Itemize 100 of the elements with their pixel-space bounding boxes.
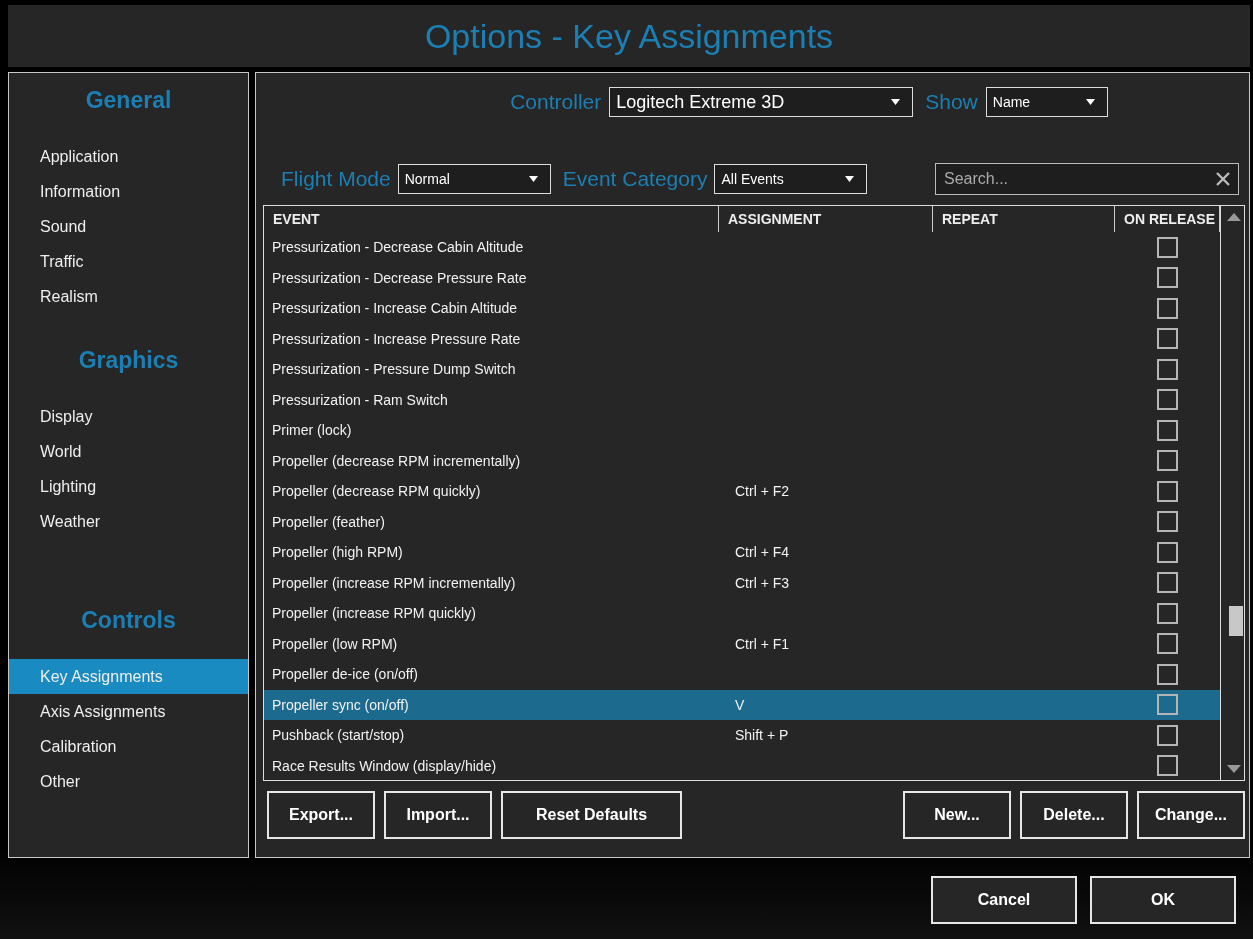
table-row[interactable]: Propeller (decrease RPM quickly) Ctrl + F2 <box>264 476 1220 507</box>
scrollbar[interactable] <box>1220 206 1244 780</box>
scroll-thumb[interactable] <box>1229 606 1243 636</box>
table-row[interactable]: Pressurization - Pressure Dump Switch <box>264 354 1220 385</box>
event-cell-text: Primer (lock) <box>271 422 353 439</box>
event-category-label: Event Category <box>562 167 708 191</box>
sidebar-item[interactable]: Realism <box>9 279 248 314</box>
sidebar-item[interactable]: World <box>9 434 248 469</box>
on-release-checkbox[interactable] <box>1157 419 1178 441</box>
on-release-checkbox[interactable] <box>1157 297 1178 319</box>
table-row[interactable]: Propeller (feather) <box>264 506 1220 537</box>
on-release-checkbox[interactable] <box>1157 389 1178 411</box>
list-button[interactable]: New... <box>903 791 1011 839</box>
search-field[interactable]: Search... <box>935 163 1239 195</box>
scroll-down-icon[interactable] <box>1227 765 1241 773</box>
assignment-cell-text: Ctrl + F3 <box>734 574 791 591</box>
table-row[interactable]: Propeller (increase RPM quickly) <box>264 598 1220 629</box>
column-header[interactable]: ON RELEASE <box>1115 206 1220 232</box>
event-cell-text: Propeller (decrease RPM quickly) <box>271 483 482 500</box>
section-heading: Controls <box>80 607 177 635</box>
assignment-cell-text: Ctrl + F2 <box>734 483 791 500</box>
table-row[interactable]: Propeller sync (on/off) V <box>264 689 1220 720</box>
table-row[interactable]: Pressurization - Increase Cabin Altitude <box>264 293 1220 324</box>
controller-dropdown[interactable]: Logitech Extreme 3D <box>609 87 914 117</box>
on-release-checkbox[interactable] <box>1157 633 1178 655</box>
flight-mode-dropdown[interactable]: Normal <box>397 164 551 194</box>
on-release-checkbox[interactable] <box>1157 572 1178 594</box>
on-release-checkbox[interactable] <box>1157 663 1178 685</box>
on-release-checkbox[interactable] <box>1157 694 1178 716</box>
scroll-up-icon[interactable] <box>1227 213 1241 221</box>
on-release-checkbox[interactable] <box>1157 450 1178 472</box>
sidebar-item[interactable]: Weather <box>9 504 248 539</box>
event-cell-text: Pressurization - Decrease Cabin Altitude <box>271 239 525 256</box>
sidebar-item[interactable]: Axis Assignments <box>9 694 248 729</box>
event-cell-text: Propeller (increase RPM quickly) <box>271 605 477 622</box>
list-button[interactable]: Export... <box>267 791 375 839</box>
table-row[interactable]: Pressurization - Decrease Cabin Altitude <box>264 232 1220 263</box>
column-header[interactable]: EVENT <box>264 206 719 232</box>
event-cell-text: Propeller (decrease RPM incrementally) <box>271 452 522 469</box>
dialog-button[interactable]: OK <box>1090 876 1236 924</box>
window-title: Options - Key Assignments <box>424 16 834 56</box>
event-cell-text: Pressurization - Ram Switch <box>271 391 449 408</box>
event-cell-text: Propeller (feather) <box>271 513 386 530</box>
dialog-button[interactable]: Cancel <box>931 876 1077 924</box>
on-release-checkbox[interactable] <box>1157 358 1178 380</box>
table-row[interactable]: Primer (lock) <box>264 415 1220 446</box>
sidebar-item[interactable]: Display <box>9 399 248 434</box>
event-category-dropdown[interactable]: All Events <box>714 164 868 194</box>
close-icon[interactable] <box>1216 172 1230 186</box>
caret-icon <box>528 176 538 182</box>
on-release-checkbox[interactable] <box>1157 328 1178 350</box>
assignment-cell-text: V <box>734 696 746 713</box>
event-cell-text: Pressurization - Decrease Pressure Rate <box>271 269 528 286</box>
list-button[interactable]: Import... <box>384 791 492 839</box>
column-header[interactable]: ASSIGNMENT <box>719 206 933 232</box>
on-release-checkbox[interactable] <box>1157 480 1178 502</box>
on-release-checkbox[interactable] <box>1157 267 1178 289</box>
table-row[interactable]: Propeller (increase RPM incrementally) Ctrl + F3 <box>264 567 1220 598</box>
assignment-cell-text: Ctrl + F4 <box>734 544 791 561</box>
on-release-checkbox[interactable] <box>1157 511 1178 533</box>
list-button[interactable]: Reset Defaults <box>501 791 682 839</box>
sidebar-item[interactable]: Traffic <box>9 244 248 279</box>
table-row[interactable]: Propeller de-ice (on/off) <box>264 659 1220 690</box>
table-row[interactable]: Pressurization - Increase Pressure Rate <box>264 323 1220 354</box>
sidebar-item[interactable]: Information <box>9 174 248 209</box>
sidebar-item[interactable]: Other <box>9 764 248 799</box>
flight-mode-label: Flight Mode <box>281 167 391 191</box>
event-cell-text: Pushback (start/stop) <box>271 727 406 744</box>
sidebar-item[interactable]: Calibration <box>9 729 248 764</box>
event-cell-text: Race Results Window (display/hide) <box>271 757 498 774</box>
event-cell-text: Propeller sync (on/off) <box>271 696 410 713</box>
table-row[interactable]: Propeller (low RPM) Ctrl + F1 <box>264 628 1220 659</box>
section-heading: Graphics <box>77 347 180 375</box>
table-row[interactable]: Pushback (start/stop) Shift + P <box>264 720 1220 751</box>
sidebar-item[interactable]: Lighting <box>9 469 248 504</box>
event-cell-text: Propeller (high RPM) <box>271 544 404 561</box>
sidebar-item[interactable]: Application <box>9 139 248 174</box>
table-row[interactable]: Propeller (decrease RPM incrementally) <box>264 445 1220 476</box>
caret-icon <box>891 99 901 105</box>
table-row[interactable]: Pressurization - Ram Switch <box>264 384 1220 415</box>
show-dropdown[interactable]: Name <box>985 87 1108 117</box>
on-release-checkbox[interactable] <box>1157 236 1178 258</box>
on-release-checkbox[interactable] <box>1157 724 1178 746</box>
event-cell-text: Propeller (low RPM) <box>271 635 399 652</box>
event-cell-text: Propeller de-ice (on/off) <box>271 666 420 683</box>
on-release-checkbox[interactable] <box>1157 755 1178 777</box>
on-release-checkbox[interactable] <box>1157 602 1178 624</box>
controller-label: Controller <box>510 90 602 114</box>
table-row[interactable]: Pressurization - Decrease Pressure Rate <box>264 262 1220 293</box>
column-header[interactable]: REPEAT <box>933 206 1115 232</box>
sidebar-item[interactable]: Sound <box>9 209 248 244</box>
table-row[interactable]: Propeller (high RPM) Ctrl + F4 <box>264 537 1220 568</box>
list-button[interactable]: Change... <box>1137 791 1245 839</box>
on-release-checkbox[interactable] <box>1157 541 1178 563</box>
section-heading: General <box>84 87 173 115</box>
show-label: Show <box>925 90 978 114</box>
table-row[interactable]: Race Results Window (display/hide) <box>264 750 1220 781</box>
list-button[interactable]: Delete... <box>1020 791 1128 839</box>
event-cell-text: Pressurization - Increase Pressure Rate <box>271 330 522 347</box>
event-cell-text: Pressurization - Pressure Dump Switch <box>271 361 517 378</box>
